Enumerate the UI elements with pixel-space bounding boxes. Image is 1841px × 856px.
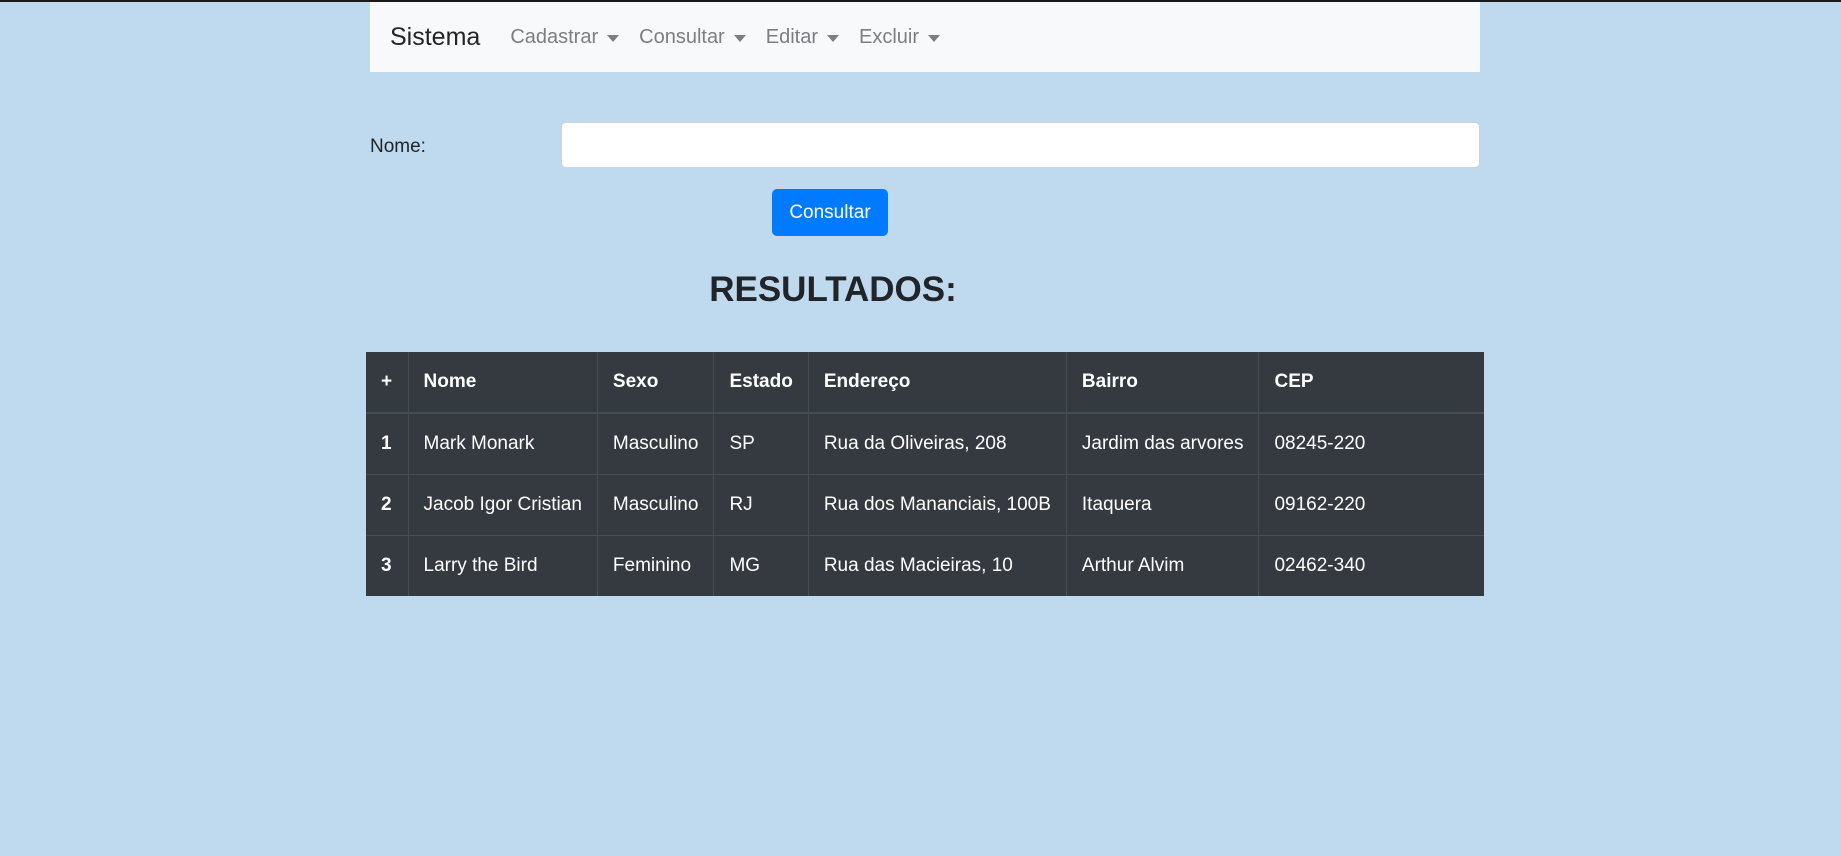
cell-endereco: Rua dos Mananciais, 100B xyxy=(807,473,1067,535)
cell-sexo: Masculino xyxy=(596,412,714,474)
cell-estado: MG xyxy=(713,534,809,596)
cell-cep: 09162-220 xyxy=(1258,473,1484,535)
navbar: Sistema Cadastrar Consultar Editar Exclu… xyxy=(370,2,1480,72)
caret-down-icon xyxy=(733,34,746,42)
table-row: 3 Larry the Bird Feminino MG Rua das Mac… xyxy=(366,534,1484,596)
caret-down-icon xyxy=(607,34,620,42)
cell-nome: Jacob Igor Cristian xyxy=(407,473,598,535)
nav-dropdown-consultar[interactable]: Consultar xyxy=(639,26,746,49)
results-title: RESULTADOS: xyxy=(709,270,957,309)
cell-bairro: Arthur Alvim xyxy=(1065,534,1259,596)
cell-nome: Mark Monark xyxy=(407,412,598,474)
cell-endereco: Rua da Oliveiras, 208 xyxy=(807,412,1067,474)
cell-sexo: Masculino xyxy=(596,473,714,535)
cell-estado: SP xyxy=(713,412,809,474)
nav-dropdown-label: Cadastrar xyxy=(510,25,599,48)
nav-dropdown-label: Editar xyxy=(765,25,818,48)
table-header-row: + Nome Sexo Estado Endereço Bairro CEP xyxy=(366,352,1484,414)
cell-bairro: Itaquera xyxy=(1065,473,1259,535)
column-header-estado: Estado xyxy=(713,352,809,414)
nav-dropdown-label: Consultar xyxy=(639,25,725,48)
column-header-sexo: Sexo xyxy=(596,352,714,414)
cell-estado: RJ xyxy=(713,473,809,535)
column-header-nome: Nome xyxy=(407,352,598,414)
column-header-cep: CEP xyxy=(1258,352,1484,414)
consultar-button[interactable]: Consultar xyxy=(772,189,888,236)
row-index: 2 xyxy=(366,473,408,535)
results-table: + Nome Sexo Estado Endereço Bairro CEP 1… xyxy=(366,352,1484,596)
row-index: 1 xyxy=(366,412,408,474)
navbar-brand[interactable]: Sistema xyxy=(390,23,480,52)
caret-down-icon xyxy=(826,34,839,42)
column-header-bairro: Bairro xyxy=(1065,352,1259,414)
caret-down-icon xyxy=(928,34,940,42)
cell-cep: 08245-220 xyxy=(1258,412,1484,474)
cell-nome: Larry the Bird xyxy=(407,534,598,596)
nav-dropdown-label: Excluir xyxy=(858,25,919,48)
nav-dropdown-excluir[interactable]: Excluir xyxy=(859,26,940,49)
name-input[interactable] xyxy=(561,122,1480,168)
nav-dropdown-cadastrar[interactable]: Cadastrar xyxy=(510,25,620,49)
table-row: 2 Jacob Igor Cristian Masculino RJ Rua d… xyxy=(366,473,1484,535)
nav-dropdown-editar[interactable]: Editar xyxy=(766,26,839,49)
row-index: 3 xyxy=(366,534,408,596)
cell-bairro: Jardim das arvores xyxy=(1065,412,1259,474)
name-label: Nome: xyxy=(370,136,426,157)
column-header-index: + xyxy=(366,352,408,414)
table-row: 1 Mark Monark Masculino SP Rua da Olivei… xyxy=(366,412,1484,474)
cell-cep: 02462-340 xyxy=(1258,534,1484,596)
cell-endereco: Rua das Macieiras, 10 xyxy=(807,534,1067,596)
column-header-endereco: Endereço xyxy=(807,352,1067,414)
cell-sexo: Feminino xyxy=(596,534,714,596)
